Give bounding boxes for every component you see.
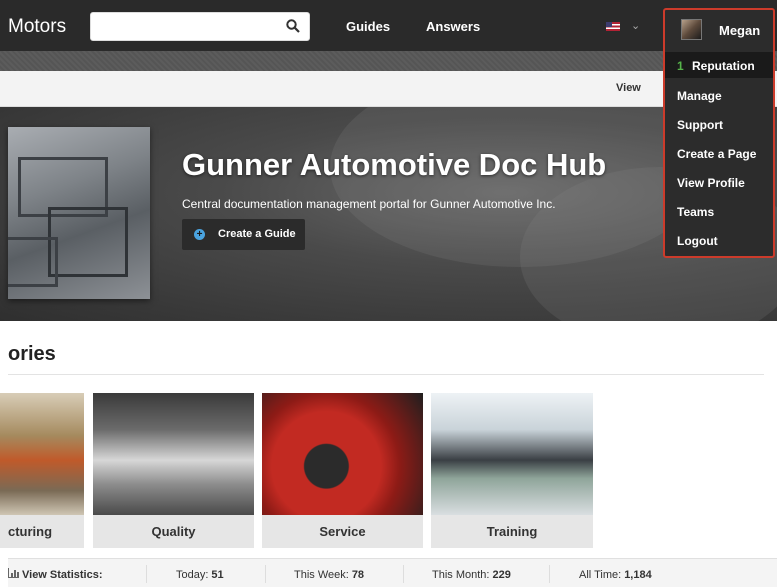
user-dropdown-menu: Megan 1 Reputation Manage Support Create… — [663, 8, 775, 258]
view-statistics-bar: View Statistics: Today: 51 This Week: 78 T… — [8, 558, 777, 587]
category-image — [262, 393, 423, 515]
menu-item-label: Support — [677, 118, 723, 132]
menu-item-label: Teams — [677, 205, 715, 219]
categories-heading: ories — [8, 343, 56, 365]
hero-title: Gunner Automotive Doc Hub — [182, 147, 607, 182]
flag-icon[interactable] — [606, 22, 620, 31]
category-image — [431, 393, 593, 515]
category-card-service[interactable]: Service — [262, 393, 423, 548]
category-image — [93, 393, 254, 515]
nav-guides-link[interactable]: Guides — [346, 19, 390, 34]
menu-item-label: Logout — [677, 234, 718, 248]
menu-item-label: View Profile — [677, 176, 745, 190]
menu-item-logout[interactable]: Logout — [665, 227, 773, 255]
stat-all-time: All Time: 1,184 — [579, 569, 652, 581]
menu-item-label: Create a Page — [677, 147, 757, 161]
menu-item-label: Manage — [677, 89, 722, 103]
create-guide-label: Create a Guide — [218, 228, 296, 240]
stat-today: Today: 51 — [176, 569, 224, 581]
chart-icon — [8, 568, 19, 578]
menu-item-manage[interactable]: Manage — [665, 82, 773, 110]
reputation-row[interactable]: 1 Reputation — [665, 52, 773, 78]
reputation-count: 1 — [677, 59, 684, 73]
nav-answers-link[interactable]: Answers — [426, 19, 480, 34]
stat-week: This Week: 78 — [294, 569, 365, 581]
stat-month: This Month: 229 — [432, 569, 511, 581]
menu-item-teams[interactable]: Teams — [665, 198, 773, 226]
hero-subtitle: Central documentation management portal … — [182, 197, 556, 211]
hero-banner: Gunner Automotive Doc Hub Central docume… — [0, 107, 777, 321]
category-card-quality[interactable]: Quality — [93, 393, 254, 548]
divider — [403, 565, 404, 583]
chevron-down-icon[interactable]: ⌄ — [631, 19, 640, 32]
textured-strip — [0, 51, 777, 71]
search-box[interactable] — [90, 12, 310, 41]
category-card-training[interactable]: Training — [431, 393, 593, 548]
category-label: Training — [431, 515, 593, 548]
divider — [146, 565, 147, 583]
plus-icon: + — [194, 229, 205, 240]
search-icon[interactable] — [286, 19, 300, 33]
menu-item-view-profile[interactable]: View Profile — [665, 169, 773, 197]
category-image — [0, 393, 84, 515]
category-label: cturing — [0, 515, 84, 548]
category-label: Service — [262, 515, 423, 548]
reputation-label: Reputation — [692, 59, 755, 73]
divider — [265, 565, 266, 583]
category-card-manufacturing[interactable]: cturing — [0, 393, 84, 548]
divider — [549, 565, 550, 583]
category-label: Quality — [93, 515, 254, 548]
user-menu-header[interactable]: Megan — [665, 10, 773, 48]
top-navbar: Motors Guides Answers ⌄ — [0, 0, 777, 51]
stats-label: View Statistics: — [22, 569, 103, 581]
view-link[interactable]: View — [616, 82, 641, 94]
brand-logo[interactable]: Motors — [8, 16, 66, 38]
menu-item-create-page[interactable]: Create a Page — [665, 140, 773, 168]
user-name[interactable]: Megan — [719, 23, 760, 38]
search-input[interactable] — [91, 13, 271, 40]
create-guide-button[interactable]: + Create a Guide — [182, 219, 305, 250]
divider — [8, 374, 764, 375]
sub-toolbar: View — [0, 71, 777, 107]
hero-image — [8, 127, 150, 299]
avatar[interactable] — [681, 19, 702, 40]
menu-item-support[interactable]: Support — [665, 111, 773, 139]
